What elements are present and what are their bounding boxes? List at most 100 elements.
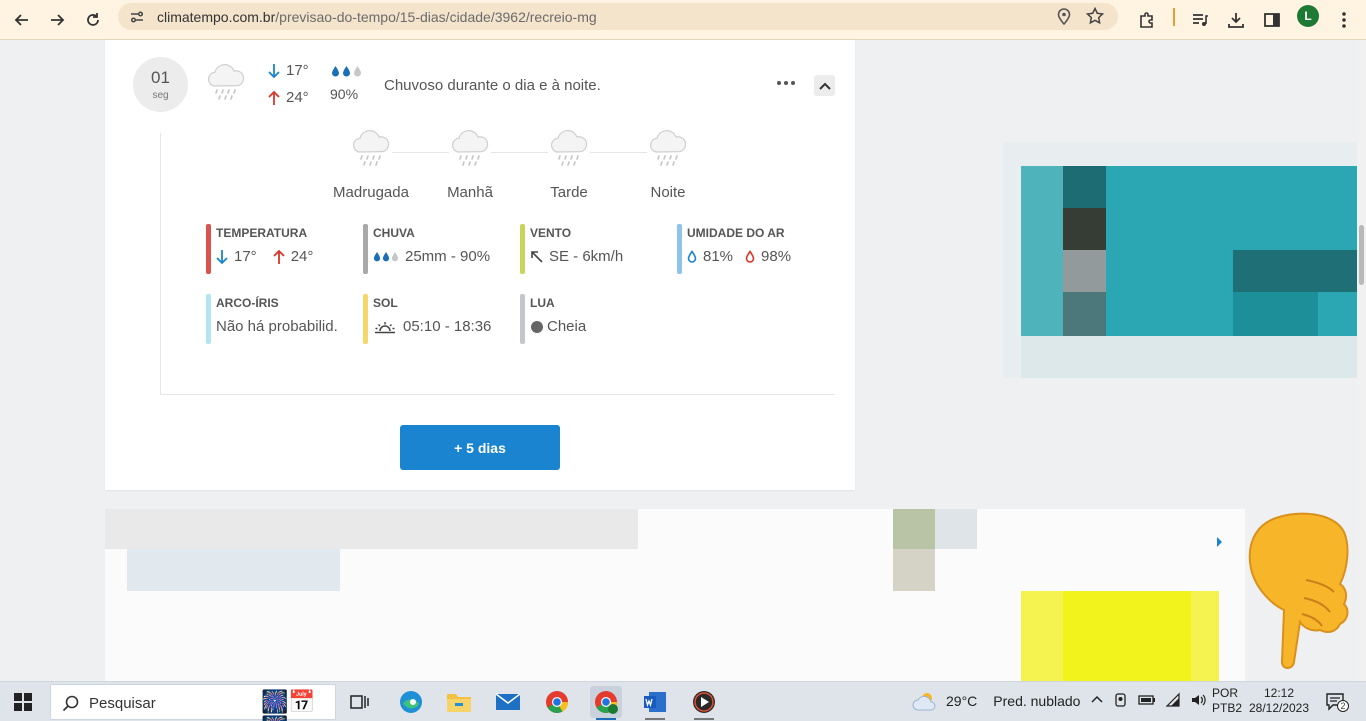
carousel-next-button[interactable] [1206,529,1232,555]
task-view-button[interactable] [344,686,376,718]
detail-temperature: TEMPERATURA 17° 24° [206,224,356,276]
reload-button[interactable] [79,6,107,34]
detail-color-bar [363,224,368,274]
taskbar-chrome[interactable] [541,686,573,718]
drop-max-icon [745,250,755,263]
windows-start-icon[interactable] [14,693,32,711]
rain-drops-icon [373,251,399,262]
forecast-day-card: 01 seg 17° 24° 90% Chuvoso durante o dia… [105,40,855,490]
reload-icon [87,13,99,26]
kebab-menu-icon [1342,12,1346,28]
browser-menu-button[interactable] [1330,6,1358,34]
rain-cloud-icon [350,130,392,170]
taskbar-word[interactable] [639,686,671,720]
bookmark-star-icon[interactable] [1085,6,1105,26]
scrollbar-thumb[interactable] [1359,225,1364,285]
battery-icon[interactable] [1138,692,1156,708]
period-label: Madrugada [333,184,409,201]
side-panel-button[interactable] [1258,6,1286,34]
detail-color-bar [206,294,211,344]
taskbar-mail[interactable] [492,686,524,718]
more-options-button[interactable] [773,73,799,93]
detail-moon-value: Cheia [547,318,587,335]
temp-min-value: 17° [286,62,309,79]
detail-sun: SOL 05:10 - 18:36 [363,294,513,346]
taskbar-chrome-profile[interactable] [590,686,622,720]
address-bar[interactable]: climatempo.com.br/previsao-do-tempo/15-d… [118,3,1118,30]
clock-date: 28/12/2023 [1248,701,1310,715]
more-days-button[interactable]: + 5 dias [400,425,560,470]
period-label: Manhã [447,184,493,201]
windows-taskbar: Pesquisar 🎆📅🎆 29°C Pred. nublado [0,681,1366,721]
taskbar-search[interactable]: Pesquisar 🎆📅🎆 [50,684,336,721]
meet-now-icon[interactable] [1113,692,1129,708]
chevron-up-icon[interactable] [1090,692,1104,706]
taskbar-edge[interactable] [395,686,427,718]
arrow-up-icon [268,90,280,105]
detail-value: 17° 24° [216,248,356,265]
mail-icon [495,693,521,710]
temp-max: 24° [268,89,309,106]
period-noite: Noite [623,130,713,201]
extensions-button[interactable] [1133,6,1161,34]
url-text: climatempo.com.br/previsao-do-tempo/15-d… [157,9,597,25]
location-pin-icon[interactable] [1055,7,1073,27]
volume-icon[interactable] [1190,692,1206,708]
advertisement-bottom[interactable] [105,509,1245,681]
detail-value: SE - 6km/h [530,248,670,265]
period-tarde: Tarde [524,130,614,201]
page-scrollbar[interactable] [1357,40,1366,681]
detail-color-bar [520,294,525,344]
media-player-icon [693,691,715,713]
weather-desc: Pred. nublado [993,693,1081,709]
detail-humidity-max: 98% [761,248,792,265]
drop-min-icon [687,250,697,263]
taskbar-file-explorer[interactable] [443,686,475,718]
wifi-icon[interactable] [1165,692,1181,708]
details-border-left [160,133,161,394]
forward-button[interactable] [43,6,71,34]
side-panel-icon [1264,13,1280,27]
forward-arrow-icon [51,14,65,26]
partly-cloudy-icon [912,693,936,711]
collapse-button[interactable] [814,75,835,96]
clock-time: 12:12 [1263,686,1295,700]
arrow-up-icon [273,249,285,264]
detail-color-bar [520,224,525,274]
day-weekday: seg [152,90,169,101]
taskbar-weather[interactable]: 29°C Pred. nublado [912,690,1080,712]
detail-value: 05:10 - 18:36 [373,318,513,335]
detail-rainbow: ARCO-ÍRIS Não há probabilid. [206,294,356,346]
browser-toolbar: climatempo.com.br/previsao-do-tempo/15-d… [0,0,1366,40]
word-icon [644,692,666,712]
site-settings-icon[interactable] [128,8,146,26]
day-number: 01 [151,68,170,87]
input-language[interactable]: POR PTB2 [1212,686,1242,716]
chrome-icon [546,691,568,713]
detail-title: SOL [373,296,398,310]
chrome-profile-icon [595,691,618,714]
active-indicator [694,718,714,720]
back-arrow-icon [14,14,28,26]
back-button[interactable] [8,6,36,34]
temp-max-value: 24° [286,89,309,106]
detail-title: LUA [530,296,555,310]
profile-avatar[interactable]: L [1297,5,1319,27]
url-path: /previsao-do-tempo/15-dias/cidade/3962/r… [275,9,597,25]
rain-cloud-icon [207,64,245,100]
detail-temp-max: 24° [290,248,314,265]
taskbar-media-player[interactable] [688,686,720,720]
weather-temp: 29°C [946,693,978,709]
arrow-down-icon [268,63,280,78]
calendar-highlight-icon: 🎆📅🎆 [261,689,316,721]
detail-sun-value: 05:10 - 18:36 [403,318,492,335]
detail-moon: LUA Cheia [520,294,670,346]
notifications-button[interactable]: 2 [1325,692,1349,717]
taskbar-clock[interactable]: 12:12 28/12/2023 [1247,686,1311,716]
media-control-button[interactable] [1186,6,1214,34]
period-manha: Manhã [425,130,515,201]
wind-direction-arrow-icon [531,251,543,263]
downloads-button[interactable] [1222,6,1250,34]
url-domain: climatempo.com.br [157,9,276,25]
advertisement-right[interactable] [1003,142,1359,378]
